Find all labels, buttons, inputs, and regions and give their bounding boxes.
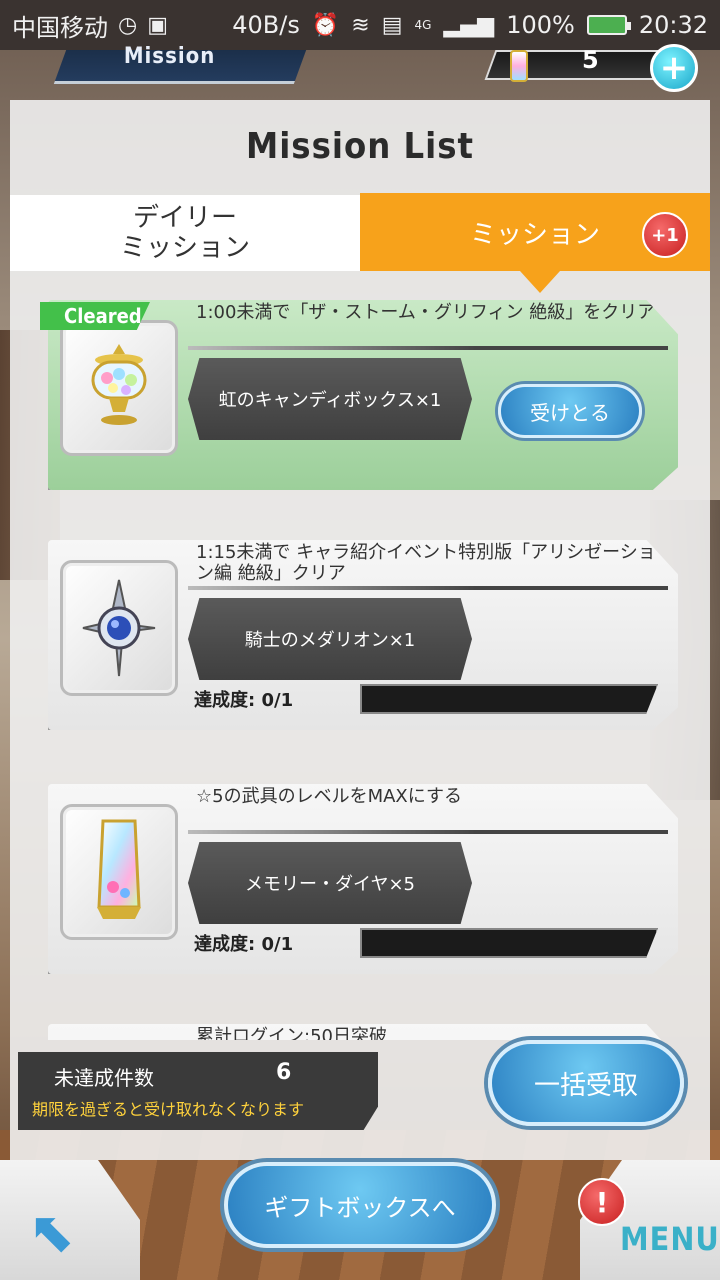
progress-bar: [360, 684, 658, 714]
reward-label: 虹のキャンディボックス×1: [188, 358, 472, 440]
mission-title: 1:15未満で キャラ紹介イベント特別版「アリシゼーション編 絶級」クリア: [196, 542, 656, 584]
title-divider: [188, 586, 668, 590]
image-icon: ▣: [147, 12, 168, 38]
clock: 20:32: [638, 11, 708, 39]
alarm-icon: ⏰: [311, 12, 340, 38]
battery-icon: [586, 15, 631, 35]
panel-title: Mission List: [245, 126, 475, 167]
menu-label: MENU: [620, 1220, 720, 1258]
incomplete-count: 6: [276, 1060, 292, 1085]
add-gems-button[interactable]: +: [650, 44, 698, 92]
progress-label: 達成度: 0/1: [194, 934, 294, 955]
wifi-icon: ≋: [351, 12, 370, 38]
tab-mission-label: ミッション: [469, 219, 600, 250]
title-divider: [188, 830, 668, 834]
reward-label: 騎士のメダリオン×1: [188, 598, 472, 680]
gem-count: 5: [582, 46, 599, 74]
incomplete-count-label: 未達成件数: [54, 1066, 154, 1090]
carrier-label: 中国移动: [12, 13, 108, 42]
memory-diamond-icon: [97, 819, 141, 919]
mission-card: ☆5の武具のレベルをMAXにする メモリー・ダイヤ×5 達成度: 0/1: [48, 784, 678, 974]
mission-card-cleared: 1:00未満で「ザ・ストーム・グリフィン 絶級」をクリア 虹のキャンディボックス…: [48, 300, 678, 490]
tab-daily-mission[interactable]: デイリー ミッション: [10, 195, 382, 271]
reward-icon-box: [60, 560, 178, 696]
battery-percent: 100%: [506, 11, 575, 39]
incomplete-summary: 未達成件数 6 期限を過ぎると受け取れなくなります: [18, 1052, 378, 1130]
mission-title: 累計ログイン:50日突破: [196, 1026, 387, 1040]
bulk-claim-button[interactable]: 一括受取: [488, 1040, 684, 1126]
reward-icon-box: [60, 804, 178, 940]
game-header: Mission 5 +: [0, 44, 720, 98]
tab-daily-label: デイリー ミッション: [119, 203, 250, 263]
reward-label: メモリー・ダイヤ×5: [188, 842, 472, 924]
candy-box-icon: [91, 344, 147, 425]
title-divider: [188, 346, 668, 350]
cleared-tag: Cleared: [40, 302, 150, 330]
back-arrow-icon: ⬉: [28, 1200, 75, 1265]
status-bar: 中国移动 ◷ ▣ 40B/s ⏰ ≋ ▤ 4G ▂▄▆ 100% 20:32: [0, 0, 720, 50]
section-header: Mission: [53, 44, 307, 84]
network-type: 4G: [414, 18, 432, 32]
section-title: Mission: [123, 44, 216, 69]
sim-icon: ▤: [381, 12, 403, 38]
menu-alert-badge: !: [578, 1178, 626, 1226]
memory-diamond-icon: [510, 50, 528, 82]
progress-label: 達成度: 0/1: [194, 690, 294, 711]
medallion-icon: [82, 579, 156, 677]
tab-mission-badge: +1: [642, 212, 688, 258]
signal-icon: ▂▄▆: [443, 12, 495, 38]
mission-card: 1:15未満で キャラ紹介イベント特別版「アリシゼーション編 絶級」クリア 騎士…: [48, 540, 678, 730]
mission-card: 累計ログイン:50日突破: [48, 1024, 678, 1040]
progress-bar: [360, 928, 658, 958]
claim-button[interactable]: 受けとる: [498, 384, 642, 438]
mission-list[interactable]: 1:00未満で「ザ・ストーム・グリフィン 絶級」をクリア 虹のキャンディボックス…: [10, 272, 710, 1040]
timer-icon: ◷: [118, 12, 138, 38]
gift-box-button[interactable]: ギフトボックスへ: [224, 1162, 496, 1248]
mission-title: 1:00未満で「ザ・ストーム・グリフィン 絶級」をクリア: [196, 302, 656, 323]
network-speed: 40B/s: [232, 11, 300, 39]
reward-icon-box: [60, 320, 178, 456]
expiry-warning: 期限を過ぎると受け取れなくなります: [32, 1100, 305, 1119]
mission-title: ☆5の武具のレベルをMAXにする: [196, 786, 462, 807]
